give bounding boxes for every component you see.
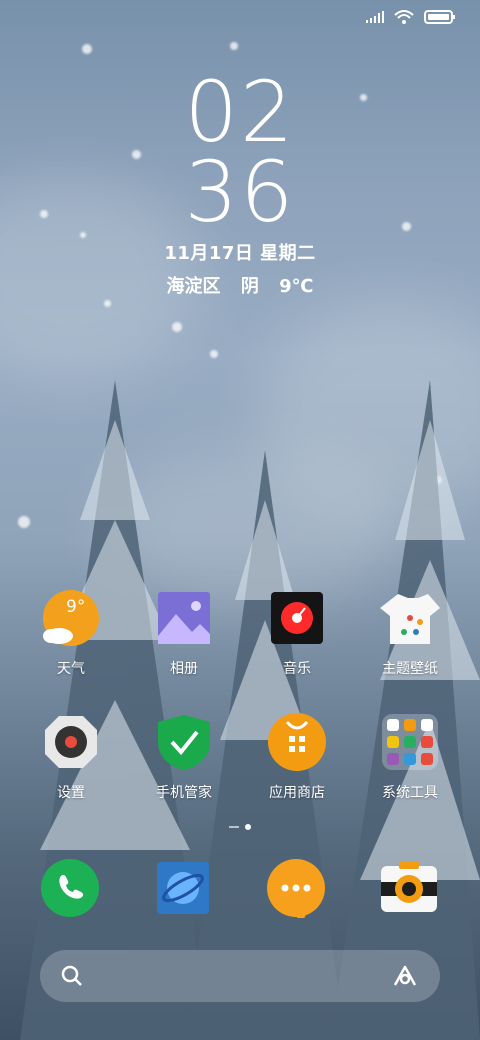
music-icon [267,588,327,648]
app-label: 天气 [57,661,85,677]
clock-minutes: 36 [184,143,296,241]
clock-hours: 02 [184,63,296,161]
signal-icon [366,11,384,23]
app-label: 手机管家 [156,785,212,801]
tools-folder-icon [380,712,440,772]
wifi-icon [394,10,414,24]
messages-icon [267,859,325,924]
dock-camera[interactable] [379,858,439,918]
weather-icon-temp: 9° [66,597,86,617]
app-label: 设置 [57,785,85,801]
app-tools-folder[interactable]: 系统工具 [350,712,470,802]
weather-condition: 阴 [240,276,259,297]
camera-icon [381,861,437,912]
page-dot-active [245,824,251,830]
weather-summary[interactable]: 海淀区 阴 9℃ [0,272,480,298]
app-label: 应用商店 [269,785,325,801]
gallery-icon [154,588,214,648]
weather-icon: 9° [41,588,101,648]
app-settings[interactable]: 设置 [11,712,131,802]
security-icon [154,712,214,772]
dock-messages[interactable] [266,858,326,924]
assistant-icon[interactable] [392,964,418,988]
app-weather[interactable]: 9° 天气 [11,588,131,678]
search-icon [61,965,82,986]
app-gallery[interactable]: 相册 [124,588,244,678]
themes-icon [380,588,440,648]
app-label: 相册 [170,661,198,677]
status-bar [366,10,456,24]
page-indicator[interactable] [0,824,480,830]
weather-district: 海淀区 [166,276,221,297]
settings-icon [41,712,101,772]
app-store-icon [267,712,327,772]
browser-icon [157,862,209,914]
weather-temperature: 9℃ [279,276,314,297]
phone-icon [41,859,99,917]
app-store[interactable]: 应用商店 [237,712,357,802]
app-music[interactable]: 音乐 [237,588,357,678]
battery-icon [424,10,455,24]
dock-browser[interactable] [153,858,213,918]
search-bar[interactable] [40,950,440,1002]
dock-phone[interactable] [40,858,100,918]
app-label: 主题壁纸 [382,661,438,677]
date-label: 11月17日 星期二 [164,243,316,264]
app-themes[interactable]: 主题壁纸 [350,588,470,678]
app-label: 音乐 [283,661,311,677]
clock-widget[interactable]: 02 36 [0,63,480,241]
app-label: 系统工具 [382,785,438,801]
drawer-icon [229,826,239,828]
app-security[interactable]: 手机管家 [124,712,244,802]
